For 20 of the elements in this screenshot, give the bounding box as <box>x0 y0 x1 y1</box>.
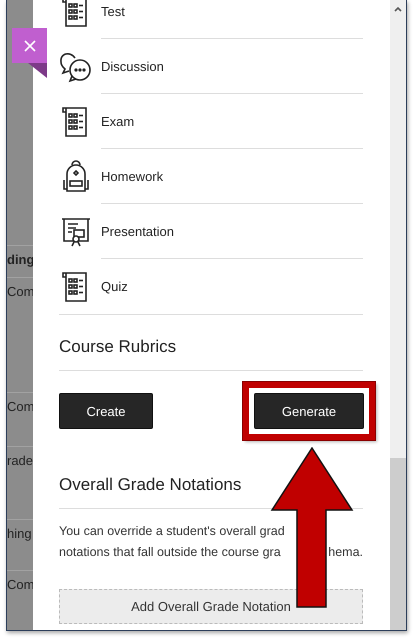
table-cell: hing <box>7 526 32 541</box>
add-notation-button[interactable]: Add Overall Grade Notation <box>59 589 363 624</box>
item-type-label[interactable]: Test <box>101 4 125 18</box>
create-button[interactable]: Create <box>59 393 153 429</box>
description-text: notations that fall outside the course gra <box>59 544 281 561</box>
scroll-up-icon[interactable] <box>393 5 403 13</box>
table-cell: rade <box>7 452 33 468</box>
item-type-label[interactable]: Presentation <box>101 224 174 238</box>
section-heading: Course Rubrics <box>59 315 363 371</box>
item-type-label[interactable]: Homework <box>101 168 164 184</box>
item-type-label[interactable]: Discussion <box>101 58 164 74</box>
fold-icon <box>28 63 47 78</box>
generate-button[interactable]: Generate <box>254 393 364 429</box>
close-icon <box>22 38 36 52</box>
item-type-label[interactable]: Quiz <box>101 279 128 294</box>
description-text: hema. <box>328 544 363 561</box>
item-type-label[interactable]: Exam <box>101 114 134 128</box>
scrollbar-thumb[interactable] <box>390 458 406 630</box>
close-button[interactable] <box>12 28 47 63</box>
description-text: You can override a student's overall grad <box>59 523 285 540</box>
